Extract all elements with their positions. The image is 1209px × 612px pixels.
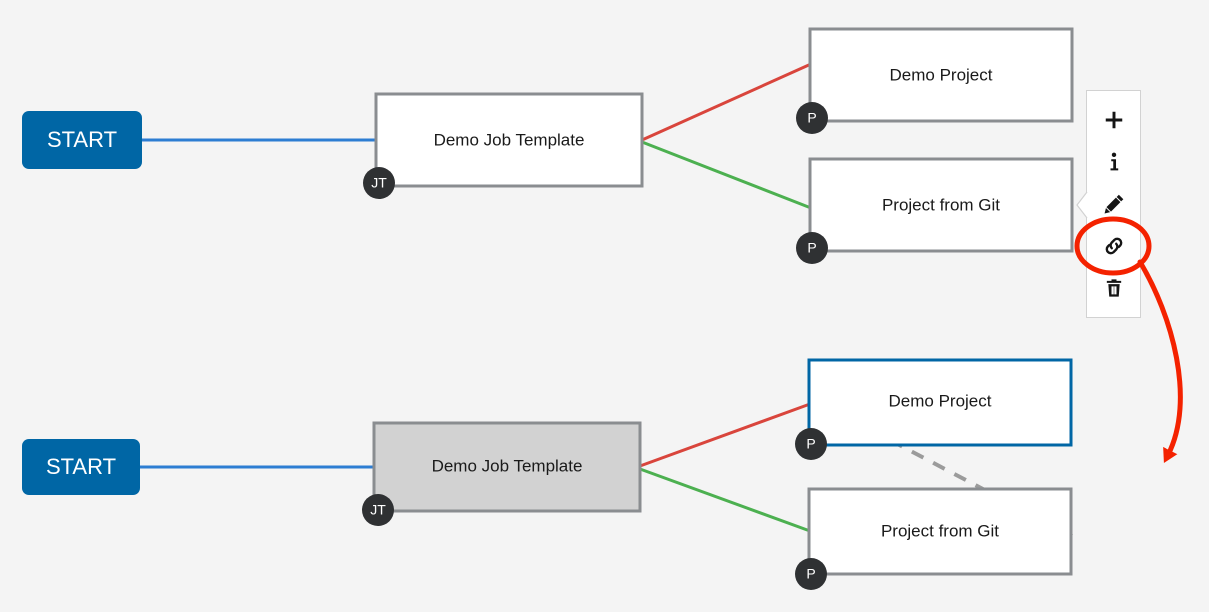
badge-jt-top: JT bbox=[363, 167, 395, 199]
plus-icon bbox=[1105, 111, 1122, 129]
workflow-graph: START Demo Job Template Demo Project Pro… bbox=[22, 27, 1074, 590]
node-demo-job-template-bottom-label: Demo Job Template bbox=[432, 456, 583, 475]
start-node-top[interactable]: START bbox=[22, 111, 142, 169]
workflow-canvas: START Demo Job Template Demo Project Pro… bbox=[0, 0, 1209, 612]
node-demo-project-bottom[interactable]: Demo Project bbox=[807, 358, 1073, 447]
node-action-toolbar bbox=[1086, 90, 1141, 318]
link-jt-to-project-from-git-bottom[interactable] bbox=[639, 467, 811, 533]
link-jt-to-demo-project-bottom[interactable] bbox=[639, 402, 811, 468]
node-demo-project-top-label: Demo Project bbox=[890, 65, 993, 84]
info-icon bbox=[1110, 152, 1118, 171]
link-icon bbox=[1105, 237, 1122, 255]
badge-jt-bottom: JT bbox=[362, 494, 394, 526]
bottom-workflow: START Demo Job Template Demo Project Pro… bbox=[22, 358, 1073, 590]
node-project-from-git-bottom[interactable]: Project from Git bbox=[807, 487, 1073, 576]
node-project-from-git-top-label: Project from Git bbox=[882, 195, 1000, 214]
edit-node-button[interactable] bbox=[1094, 187, 1134, 221]
link-jt-to-project-from-git-top[interactable] bbox=[641, 140, 812, 210]
link-jt-to-demo-project-top[interactable] bbox=[641, 62, 812, 142]
badge-p-project-from-git-top: P bbox=[796, 232, 828, 264]
pencil-icon bbox=[1104, 194, 1123, 214]
start-node-bottom[interactable]: START bbox=[22, 439, 140, 495]
start-node-top-label: START bbox=[47, 127, 117, 152]
badge-p-demo-project-bottom: P bbox=[795, 428, 827, 460]
toolbar-caret-icon bbox=[1076, 192, 1088, 218]
node-demo-project-top[interactable]: Demo Project bbox=[808, 27, 1074, 123]
badge-jt-top-label: JT bbox=[371, 175, 387, 191]
badge-p-demo-project-bottom-label: P bbox=[806, 436, 815, 452]
badge-p-demo-project-top-label: P bbox=[807, 110, 816, 126]
node-demo-job-template-top-label: Demo Job Template bbox=[434, 130, 585, 149]
node-details-button[interactable] bbox=[1094, 145, 1134, 179]
add-node-button[interactable] bbox=[1094, 103, 1134, 137]
node-demo-project-bottom-label: Demo Project bbox=[889, 391, 992, 410]
badge-p-project-from-git-bottom: P bbox=[795, 558, 827, 590]
start-node-bottom-label: START bbox=[46, 454, 116, 479]
node-project-from-git-bottom-label: Project from Git bbox=[881, 521, 999, 540]
delete-node-button[interactable] bbox=[1094, 271, 1134, 305]
link-node-button[interactable] bbox=[1094, 229, 1134, 263]
badge-p-demo-project-top: P bbox=[796, 102, 828, 134]
node-demo-job-template-top[interactable]: Demo Job Template bbox=[374, 92, 644, 188]
badge-p-project-from-git-top-label: P bbox=[807, 240, 816, 256]
top-workflow: START Demo Job Template Demo Project Pro… bbox=[22, 27, 1074, 264]
badge-jt-bottom-label: JT bbox=[370, 502, 386, 518]
node-project-from-git-top[interactable]: Project from Git bbox=[808, 157, 1074, 253]
badge-p-project-from-git-bottom-label: P bbox=[806, 566, 815, 582]
trash-icon bbox=[1106, 279, 1121, 297]
node-demo-job-template-bottom[interactable]: Demo Job Template bbox=[372, 421, 642, 513]
